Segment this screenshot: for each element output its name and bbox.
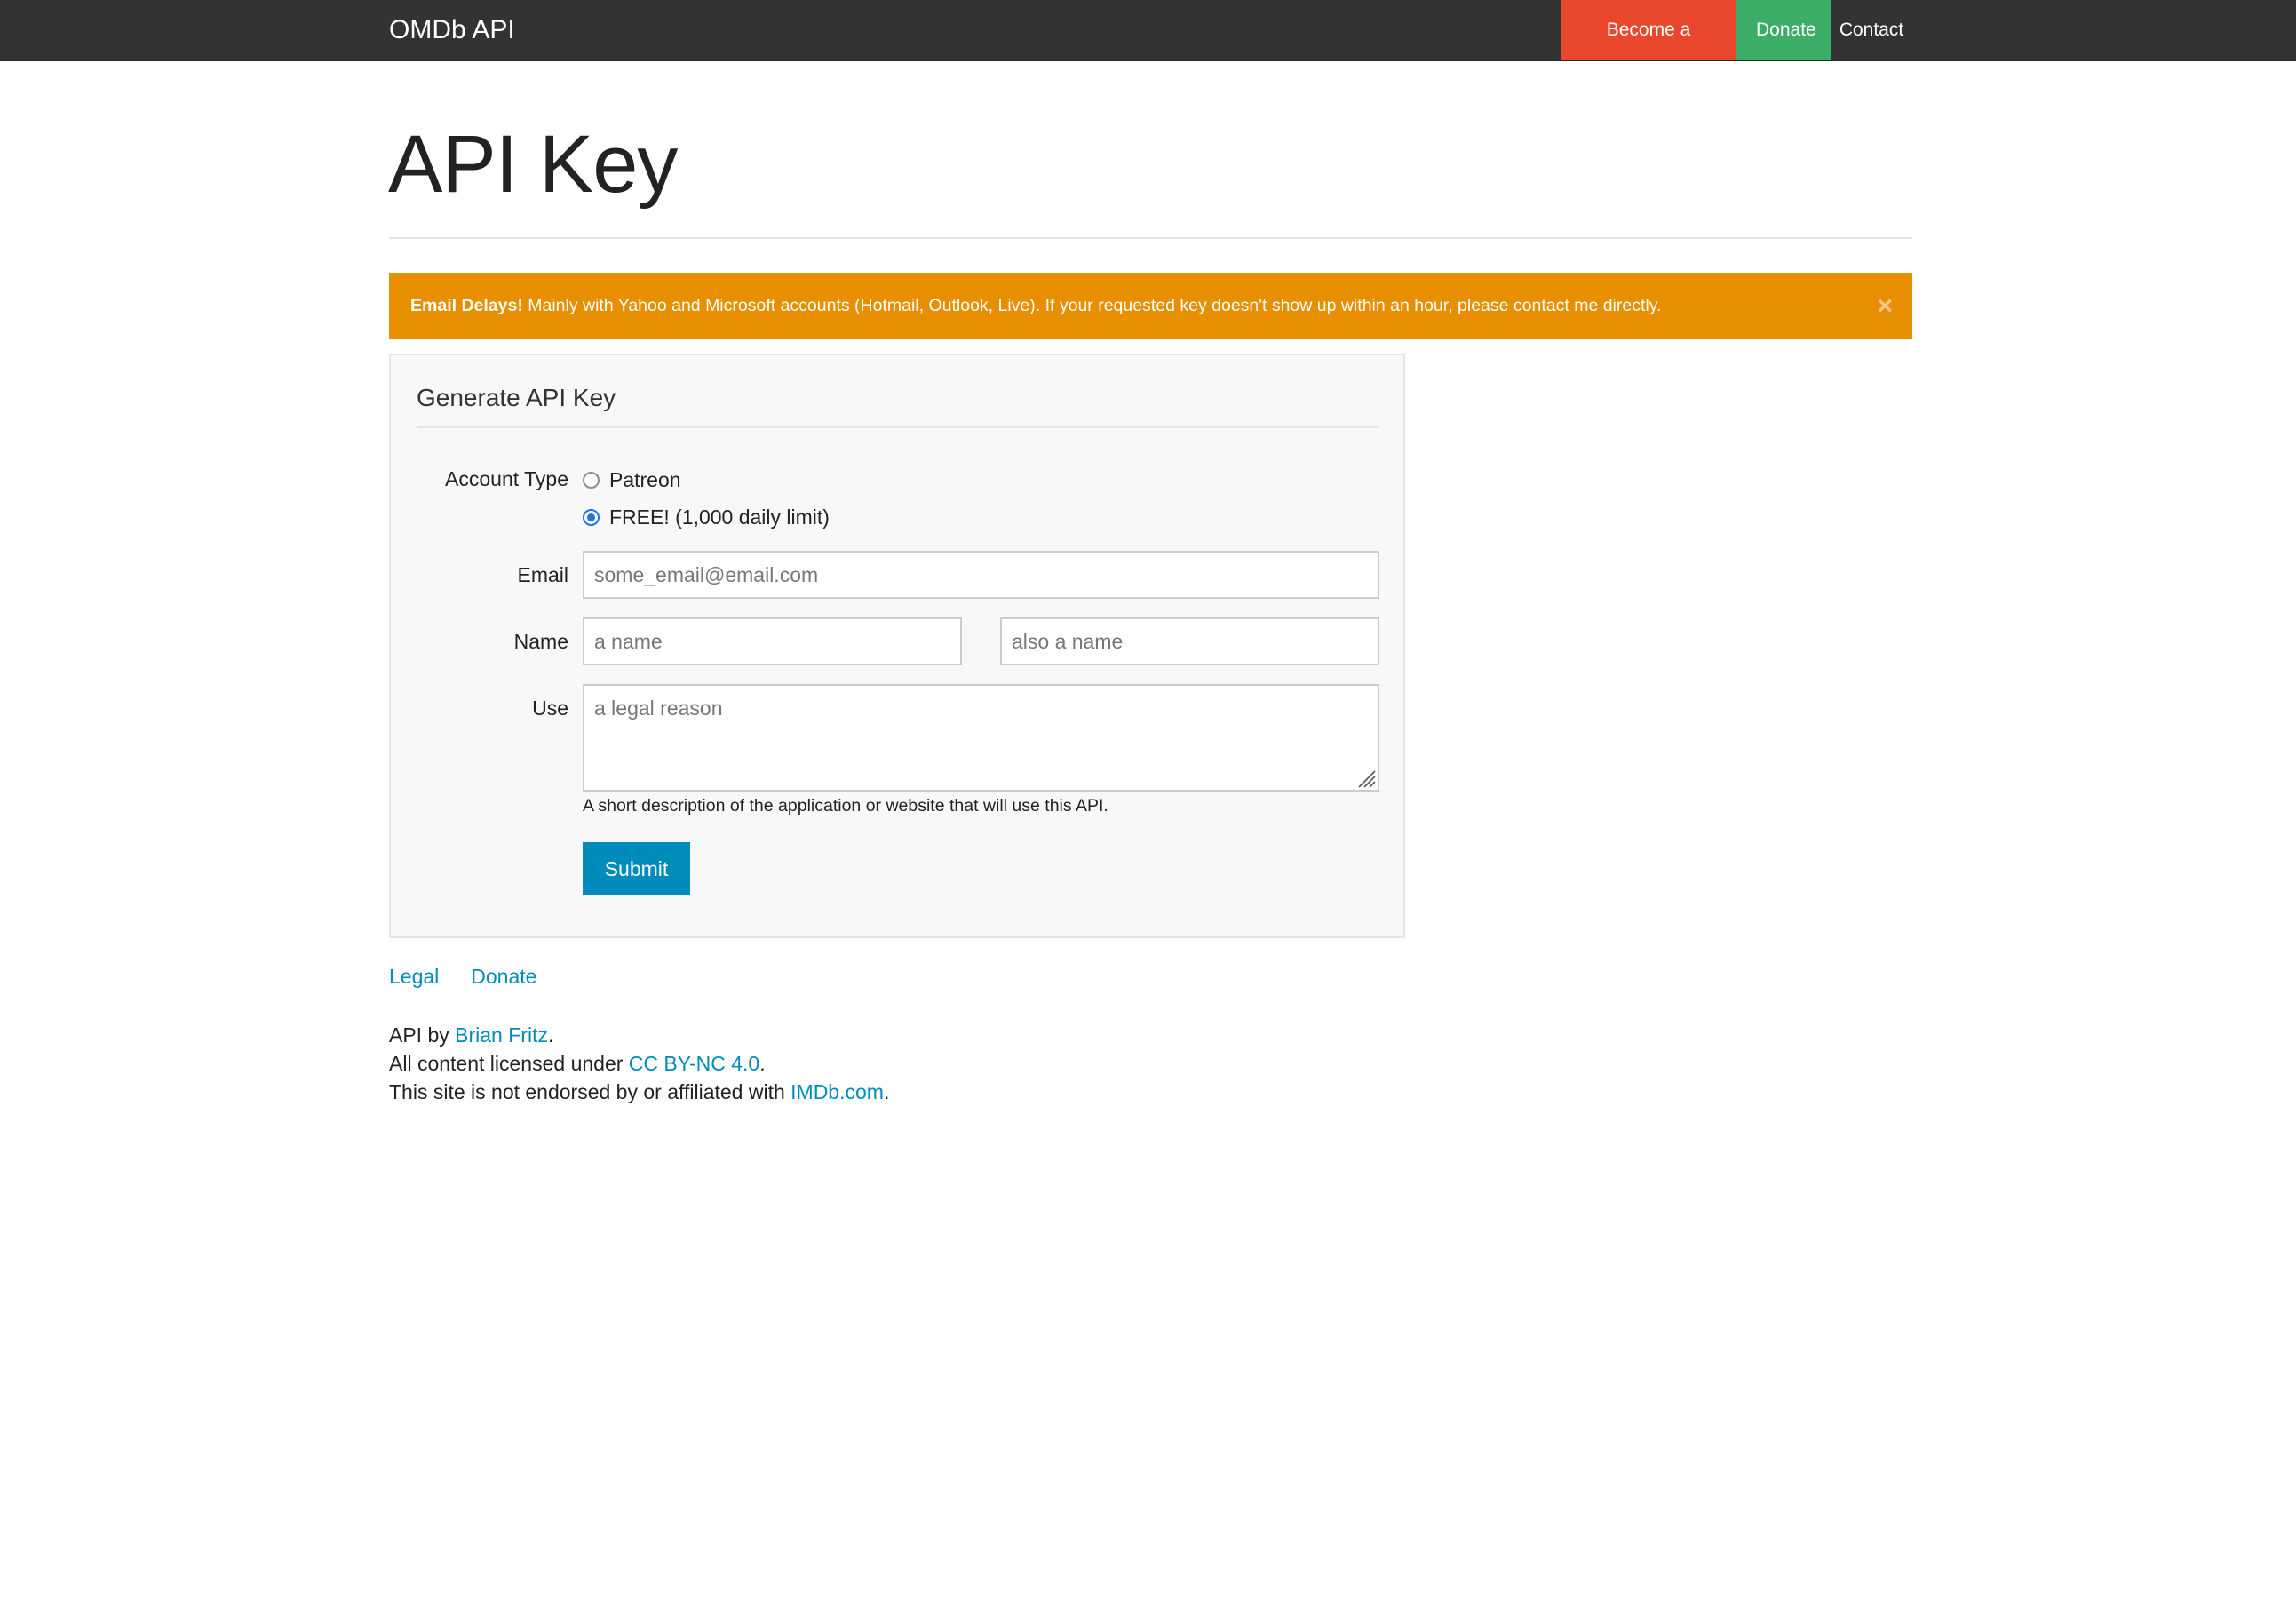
first-name-field[interactable]: a name	[583, 617, 962, 665]
use-placeholder: a legal reason	[594, 697, 723, 720]
close-icon[interactable]: ×	[1877, 273, 1893, 339]
nav-become-patron[interactable]: Become a Patron	[1561, 0, 1736, 100]
license-suffix: .	[759, 1052, 766, 1075]
footer-legal-link[interactable]: Legal	[389, 965, 439, 989]
author-link[interactable]: Brian Fritz	[455, 1023, 548, 1047]
use-label: Use	[532, 697, 568, 720]
radio-free[interactable]: FREE! (1,000 daily limit)	[583, 502, 830, 532]
radio-free-label: FREE! (1,000 daily limit)	[609, 505, 830, 529]
radio-patreon-label: Patreon	[609, 467, 681, 491]
generate-key-form: Generate API Key Account Type Patreon FR…	[389, 354, 1405, 938]
title-divider	[389, 237, 1912, 239]
use-help-text: A short description of the application o…	[583, 796, 1108, 816]
disclaimer-line: This site is not endorsed by or affiliat…	[389, 1080, 889, 1104]
form-legend: Generate API Key	[417, 384, 616, 411]
resize-handle-icon[interactable]	[1356, 768, 1376, 788]
name-label: Name	[513, 630, 568, 653]
page-title: API Key	[388, 119, 678, 210]
nav-contact[interactable]: Contact	[1831, 0, 1911, 60]
legend-divider	[417, 426, 1379, 428]
credit-suffix: .	[547, 1023, 554, 1047]
license-line: All content licensed under CC BY-NC 4.0.	[389, 1052, 766, 1076]
radio-patreon[interactable]: Patreon	[583, 465, 681, 495]
email-field[interactable]: some_email@email.com	[583, 551, 1379, 599]
footer-donate-link[interactable]: Donate	[471, 965, 536, 989]
account-type-label: Account Type	[445, 467, 568, 490]
disclaimer-prefix: This site is not endorsed by or affiliat…	[389, 1080, 791, 1103]
submit-button[interactable]: Submit	[583, 842, 690, 895]
credit-prefix: API by	[389, 1023, 456, 1047]
credit-line: API by Brian Fritz.	[389, 1023, 553, 1047]
brand-link[interactable]: OMDb API	[389, 0, 515, 60]
top-navbar: OMDb API Become a Patron Donate Contact	[0, 0, 2296, 100]
alert-title: Email Delays!	[410, 296, 523, 315]
imdb-link[interactable]: IMDb.com	[790, 1080, 884, 1103]
email-label: Email	[517, 563, 568, 586]
email-delays-alert: Email Delays! Mainly with Yahoo and Micr…	[389, 273, 1912, 339]
footer-links: Legal Donate	[389, 965, 536, 989]
nav-donate[interactable]: Donate	[1736, 0, 1831, 60]
last-name-field[interactable]: also a name	[1000, 617, 1379, 665]
disclaimer-suffix: .	[883, 1080, 890, 1103]
radio-icon[interactable]	[583, 471, 600, 489]
radio-checked-icon[interactable]	[583, 508, 600, 526]
alert-message: Mainly with Yahoo and Microsoft accounts…	[522, 296, 1662, 315]
license-prefix: All content licensed under	[389, 1052, 629, 1075]
license-link[interactable]: CC BY-NC 4.0	[629, 1052, 759, 1075]
navbar-right: Become a Patron Donate Contact	[1561, 0, 1911, 100]
use-textarea[interactable]: a legal reason	[583, 684, 1379, 792]
